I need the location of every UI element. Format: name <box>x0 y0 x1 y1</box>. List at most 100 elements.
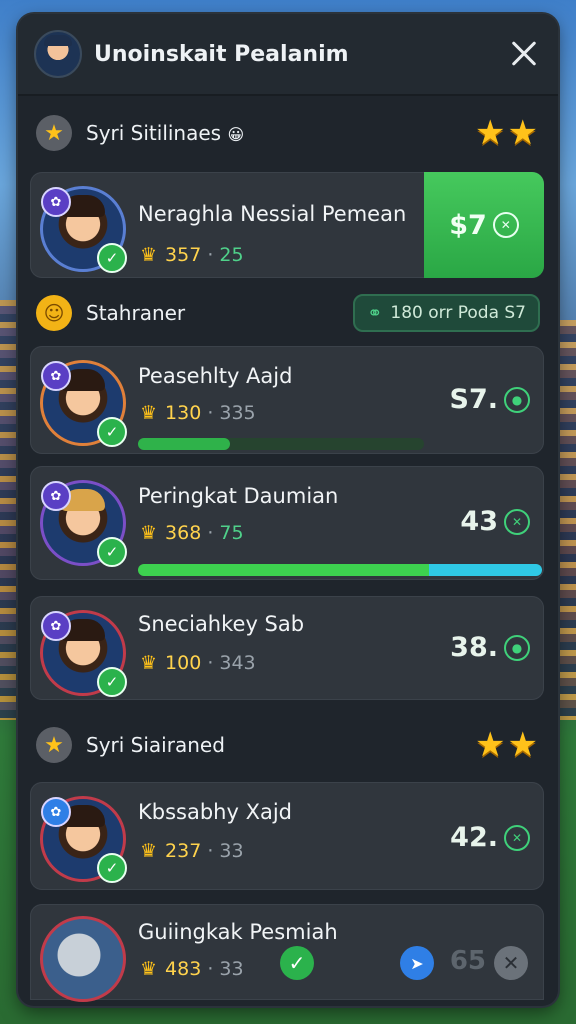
cancel-icon: ✕ <box>504 508 530 535</box>
panel-header: Unoinskait Pealanim <box>18 14 558 96</box>
cancel-icon: ✕ <box>492 212 519 238</box>
stat-secondary: 33 <box>219 840 244 862</box>
section-header-1: ★ Syri Sitilinaes 😀 ★★ <box>18 108 558 158</box>
price-value: S7. <box>449 384 499 415</box>
check-icon: ✓ <box>97 853 127 883</box>
player-stats: ♛ 357 · 25 <box>140 244 244 266</box>
player-name: Peringkat Daumian <box>138 484 339 508</box>
section-label: Syri Sitilinaes <box>86 121 222 145</box>
item-card[interactable]: Guiingkak Pesmiah ♛ 483 · 33 ✓ ➤ 65 ✕ <box>30 904 544 1002</box>
check-icon: ✓ <box>97 243 127 273</box>
player-card-5[interactable]: ✿ ✓ Kbssabhy Xajd ♛ 237 · 33 42. ✕ <box>30 782 544 890</box>
cancel-icon: ✕ <box>504 824 530 851</box>
player-card-2[interactable]: ✿ ✓ Peasehlty Aajd ♛ 130 · 335 S7. ● <box>30 346 544 454</box>
player-avatar: ✿ ✓ <box>40 480 127 567</box>
stat-secondary: 75 <box>219 522 244 544</box>
player-stats: ♛ 368 · 75 <box>140 522 244 544</box>
gear-badge-icon: ✿ <box>41 361 71 391</box>
star-icon: ★ <box>36 115 72 151</box>
crown-icon: ♛ <box>140 244 158 266</box>
progress-track <box>138 564 542 576</box>
player-stats: ♛ 237 · 33 <box>140 840 244 862</box>
player-card-3[interactable]: ✿ ✓ Peringkat Daumian ♛ 368 · 75 43 ✕ <box>30 466 544 580</box>
stat-primary: 483 <box>165 958 202 980</box>
stat-secondary: 25 <box>219 244 244 266</box>
item-stats: ♛ 483 · 33 <box>140 958 244 980</box>
star-icon: ★ <box>36 727 72 763</box>
pill-text: 180 orr Poda S7 <box>390 303 526 323</box>
section-header-2: ☺ Stahraner ⚭ 180 orr Poda S7 <box>18 288 558 338</box>
check-icon[interactable]: ✓ <box>280 946 314 980</box>
price-value: $7 <box>449 209 487 241</box>
stat-secondary: 343 <box>219 652 256 674</box>
panel-title: Unoinskait Pealanim <box>94 41 349 67</box>
section-label: Stahraner <box>86 301 186 325</box>
stat-primary: 130 <box>165 402 202 424</box>
star-rating-icon: ★★ <box>475 113 540 153</box>
price-value: 42. <box>450 822 498 853</box>
stat-separator: · <box>207 958 214 980</box>
player-price[interactable]: S7. ● <box>449 384 530 415</box>
stat-separator: · <box>207 402 214 424</box>
player-price[interactable]: 38. ● <box>450 632 530 663</box>
gear-badge-icon: ✿ <box>41 481 71 511</box>
player-name: Sneciahkey Sab <box>138 612 305 636</box>
player-avatar: ✿ ✓ <box>40 610 127 697</box>
gear-badge-icon: ✿ <box>41 797 71 827</box>
player-price[interactable]: 42. ✕ <box>450 822 530 853</box>
price-value: 38. <box>450 632 498 663</box>
buy-button[interactable]: $7 ✕ <box>424 172 544 278</box>
player-price[interactable]: 43 ✕ <box>460 506 530 537</box>
progress-track <box>138 438 424 450</box>
stat-separator: · <box>207 652 214 674</box>
check-icon: ✓ <box>97 667 127 697</box>
player-name: Neraghla Nessial Pemean <box>138 202 407 226</box>
check-icon: ✓ <box>97 417 127 447</box>
item-price: 65 <box>449 946 486 976</box>
section-header-3: ★ Syri Siairaned ★★ <box>18 720 558 770</box>
stat-separator: · <box>207 840 214 862</box>
progress-fill <box>138 564 542 576</box>
player-name: Peasehlty Aajd <box>138 364 293 388</box>
header-avatar <box>34 30 82 78</box>
info-pill[interactable]: ⚭ 180 orr Poda S7 <box>353 294 540 332</box>
item-name: Guiingkak Pesmiah <box>138 920 338 944</box>
equipment-icon <box>40 916 126 1002</box>
stat-primary: 237 <box>165 840 202 862</box>
stat-primary: 100 <box>165 652 202 674</box>
stat-separator: · <box>207 522 214 544</box>
stat-secondary: 33 <box>219 958 244 980</box>
smile-icon: ☺ <box>36 295 72 331</box>
player-stats: ♛ 100 · 343 <box>140 652 256 674</box>
compass-icon[interactable]: ➤ <box>400 946 434 980</box>
player-stats: ♛ 130 · 335 <box>140 402 256 424</box>
player-avatar: ✿ ✓ <box>40 796 127 883</box>
leaderboard-panel: Unoinskait Pealanim ★ Syri Sitilinaes 😀 … <box>18 14 558 1006</box>
player-card-4[interactable]: ✿ ✓ Sneciahkey Sab ♛ 100 · 343 38. ● <box>30 596 544 700</box>
link-icon: ⚭ <box>367 302 383 324</box>
crown-icon: ♛ <box>140 522 158 544</box>
stat-primary: 368 <box>165 522 202 544</box>
crown-icon: ♛ <box>140 652 158 674</box>
coin-icon: ● <box>504 634 530 661</box>
price-value: 43 <box>460 506 498 537</box>
check-icon: ✓ <box>97 537 127 567</box>
gear-badge-icon: ✿ <box>41 611 71 641</box>
stat-separator: · <box>207 244 214 266</box>
player-name: Kbssabhy Xajd <box>138 800 293 824</box>
star-rating-icon: ★★ <box>475 725 540 765</box>
close-button[interactable] <box>506 36 542 72</box>
player-avatar: ✿ ✓ <box>40 186 127 273</box>
section-label: Syri Siairaned <box>86 733 225 757</box>
crown-icon: ♛ <box>140 402 158 424</box>
coin-icon: ● <box>504 386 530 413</box>
player-avatar: ✿ ✓ <box>40 360 127 447</box>
cancel-icon[interactable]: ✕ <box>494 946 528 980</box>
crown-icon: ♛ <box>140 840 158 862</box>
progress-fill <box>138 438 230 450</box>
player-card-1[interactable]: ✿ ✓ Neraghla Nessial Pemean ♛ 357 · 25 $7 ✕ <box>30 172 544 278</box>
gear-badge-icon: ✿ <box>41 187 71 217</box>
crown-icon: ♛ <box>140 958 158 980</box>
stat-primary: 357 <box>165 244 202 266</box>
smile-emoji: 😀 <box>227 125 245 144</box>
